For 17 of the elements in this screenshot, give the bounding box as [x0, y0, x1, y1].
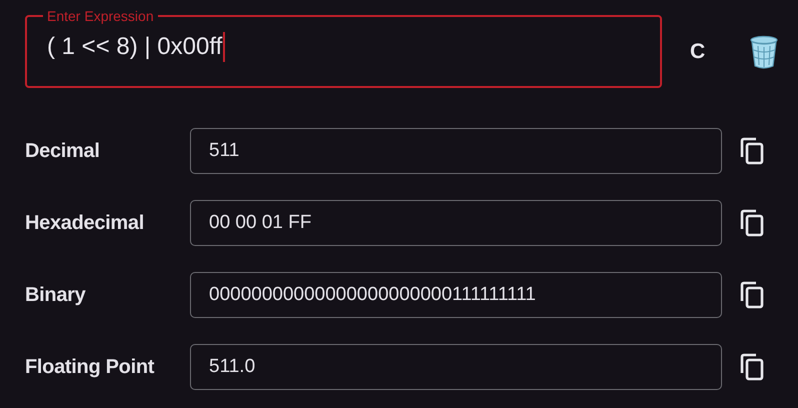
- expression-text: ( 1 << 8) | 0x00ff: [47, 33, 222, 61]
- clear-button[interactable]: C: [682, 36, 714, 68]
- expression-field[interactable]: Enter Expression ( 1 << 8) | 0x00ff: [25, 8, 662, 88]
- result-label: Binary: [25, 284, 86, 306]
- trash-icon[interactable]: [749, 35, 780, 69]
- copy-icon[interactable]: [740, 353, 764, 381]
- copy-icon[interactable]: [740, 281, 764, 309]
- result-label: Floating Point: [25, 356, 156, 378]
- copy-icon[interactable]: [740, 209, 764, 237]
- copy-icon[interactable]: [740, 137, 764, 165]
- text-cursor: [223, 32, 226, 62]
- output-field[interactable]: 511.0: [190, 344, 722, 390]
- output-field[interactable]: 00000000000000000000000111111111: [190, 272, 722, 318]
- result-label: Hexadecimal: [25, 212, 145, 234]
- output-field[interactable]: 00 00 01 FF: [190, 200, 722, 246]
- result-label: Decimal: [25, 140, 101, 162]
- output-field[interactable]: 511: [190, 128, 722, 174]
